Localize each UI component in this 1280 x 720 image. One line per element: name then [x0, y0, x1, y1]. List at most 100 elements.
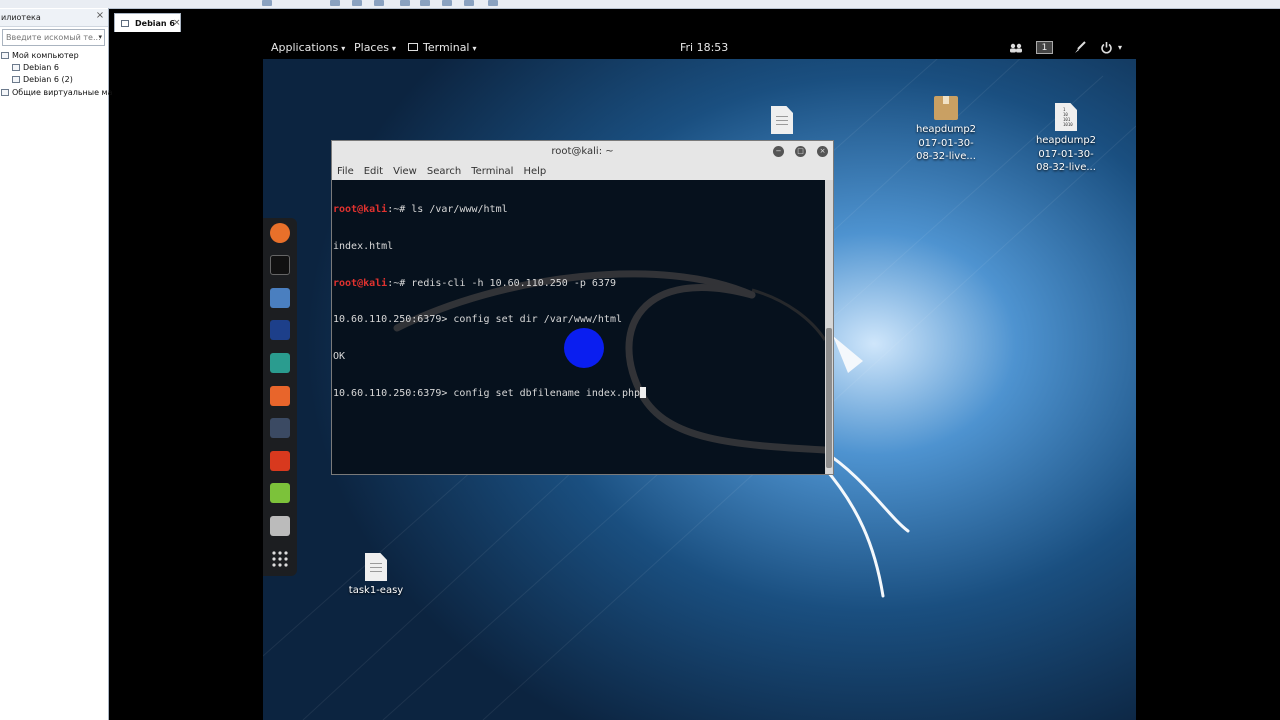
- leafpad-icon[interactable]: [270, 483, 290, 503]
- terminal-screen[interactable]: root@kali:~# ls /var/www/html index.html…: [332, 180, 825, 474]
- click-indicator: [564, 328, 604, 368]
- tab-debian-6[interactable]: Debian 6 ×: [114, 13, 181, 33]
- tab-label: Debian 6: [135, 19, 175, 28]
- archive-icon: [934, 96, 958, 120]
- terminal-icon[interactable]: [270, 255, 290, 275]
- desktop-file-doc[interactable]: [769, 106, 795, 134]
- prompt-path: :~#: [387, 204, 412, 216]
- toolbar-button[interactable]: [262, 0, 272, 6]
- power-icon[interactable]: [1100, 41, 1113, 54]
- toolbar-button[interactable]: [400, 0, 410, 6]
- prompt-user: root@kali: [333, 204, 388, 216]
- toolbar-button[interactable]: [442, 0, 452, 6]
- command-text: 10.60.110.250:6379> config set dbfilenam…: [333, 388, 641, 400]
- terminal-line: root@kali:~# ls /var/www/html: [333, 204, 646, 216]
- toolbar-button[interactable]: [330, 0, 340, 6]
- maximize-button[interactable]: □: [795, 146, 806, 157]
- desktop-file-task1-easy[interactable]: task1-easy: [346, 553, 406, 598]
- file-label-line: 017-01-30-: [1038, 148, 1094, 160]
- terminal-titlebar[interactable]: root@kali: ~: [332, 141, 833, 163]
- file-label-line: 08-32-live...: [916, 151, 976, 162]
- menu-help[interactable]: Help: [523, 166, 546, 177]
- tab-close-icon[interactable]: ×: [173, 14, 181, 33]
- prompt-path: :~#: [387, 277, 412, 289]
- file-label: task1-easy: [348, 585, 404, 596]
- terminal-app-menu[interactable]: Terminal ▾: [408, 36, 477, 59]
- menu-edit[interactable]: Edit: [364, 166, 383, 177]
- binary-file-icon: 1 10 101 1010: [1055, 103, 1077, 131]
- burpsuite-icon[interactable]: [270, 386, 290, 406]
- close-button[interactable]: ×: [817, 146, 828, 157]
- brush-icon[interactable]: [1073, 41, 1086, 54]
- terminal-line: 10.60.110.250:6379> config set dbfilenam…: [333, 387, 647, 400]
- terminal-title: root@kali: ~: [551, 146, 614, 157]
- guest-desktop[interactable]: Applications ▾ Places ▾ Terminal ▾ Fri 18:5…: [263, 36, 1136, 720]
- terminal-line: 10.60.110.250:6379> config set dir /var/…: [333, 314, 622, 326]
- vm-icon: [12, 76, 20, 83]
- tree-item-my-computer[interactable]: Мой компьютер: [1, 50, 79, 62]
- library-search-input[interactable]: Введите искомый те... ▾: [2, 29, 105, 46]
- firefox-icon[interactable]: [270, 223, 290, 243]
- terminal-scrollbar[interactable]: [825, 180, 833, 474]
- tree-item-vm[interactable]: Debian 6 (2): [12, 74, 73, 86]
- document-icon: [771, 106, 793, 134]
- terminal-line: index.html: [333, 241, 394, 253]
- scrollbar-thumb[interactable]: [826, 328, 832, 468]
- prompt-user: root@kali: [333, 277, 388, 289]
- tree-item-label: Debian 6 (2): [23, 75, 73, 84]
- workspace-indicator[interactable]: 1: [1036, 41, 1053, 54]
- armitage-icon[interactable]: [270, 353, 290, 373]
- file-label-line: heapdump2: [1035, 135, 1097, 146]
- tree-item-label: Общие виртуальные ма: [12, 88, 113, 97]
- tree-item-label: Debian 6: [23, 63, 59, 72]
- cherrytree-icon[interactable]: [270, 516, 290, 536]
- terminal-line: root@kali:~# redis-cli -h 10.60.110.250 …: [333, 278, 646, 290]
- library-title: илиотека: [0, 9, 108, 27]
- host-toolbar: [0, 0, 1280, 9]
- computer-icon: [1, 52, 9, 59]
- terminal-window[interactable]: root@kali: ~ − □ × File Edit View Search Ter…: [331, 140, 834, 475]
- chevron-down-icon: ▾: [472, 44, 477, 53]
- chevron-down-icon[interactable]: ▾: [98, 30, 102, 45]
- toolbar-button[interactable]: [420, 0, 430, 6]
- menu-file[interactable]: File: [337, 166, 354, 177]
- applications-menu[interactable]: Applications ▾: [271, 36, 345, 59]
- menu-view[interactable]: View: [393, 166, 417, 177]
- command-text: ls /var/www/html: [411, 204, 508, 216]
- library-close-icon[interactable]: ×: [95, 10, 105, 22]
- chevron-down-icon: ▾: [391, 44, 396, 53]
- faraday-icon[interactable]: [270, 451, 290, 471]
- metasploit-icon[interactable]: [270, 320, 290, 340]
- show-apps-icon[interactable]: [270, 549, 290, 569]
- tree-item-vm[interactable]: Debian 6: [12, 62, 59, 74]
- vm-icon: [121, 20, 129, 27]
- minimize-button[interactable]: −: [773, 146, 784, 157]
- vm-icon: [12, 64, 20, 71]
- toolbar-button[interactable]: [488, 0, 498, 6]
- toolbar-button[interactable]: [464, 0, 474, 6]
- text-cursor: [640, 387, 647, 399]
- file-label-line: heapdump2: [915, 124, 977, 135]
- desktop-file-heapdump-archive[interactable]: heapdump2 017-01-30- 08-32-live...: [913, 96, 979, 164]
- tree-item-label: Мой компьютер: [12, 51, 79, 60]
- top-panel: Applications ▾ Places ▾ Terminal ▾ Fri 18:5…: [263, 36, 1136, 59]
- terminal-menubar: File Edit View Search Terminal Help: [332, 163, 833, 181]
- clock[interactable]: Fri 18:53: [680, 36, 728, 59]
- users-icon[interactable]: [1009, 43, 1023, 53]
- files-icon[interactable]: [270, 288, 290, 308]
- desktop-file-heapdump-binary[interactable]: 1 10 101 1010 heapdump2 017-01-30- 08-32-li…: [1033, 103, 1099, 175]
- file-label-line: 08-32-live...: [1036, 162, 1096, 173]
- terminal-icon: [408, 43, 418, 51]
- chevron-down-icon[interactable]: ▾: [1118, 36, 1122, 59]
- menu-terminal[interactable]: Terminal: [471, 166, 513, 177]
- dock: [263, 218, 297, 576]
- menu-search[interactable]: Search: [427, 166, 461, 177]
- command-text: redis-cli -h 10.60.110.250 -p 6379: [411, 277, 616, 289]
- places-menu[interactable]: Places ▾: [354, 36, 396, 59]
- shared-vms-icon: [1, 89, 9, 96]
- tree-item-shared-vms[interactable]: Общие виртуальные ма: [1, 87, 113, 99]
- maltego-icon[interactable]: [270, 418, 290, 438]
- toolbar-button[interactable]: [374, 0, 384, 6]
- toolbar-button[interactable]: [352, 0, 362, 6]
- library-panel: илиотека × Введите искомый те... ▾ Мой к…: [0, 8, 113, 720]
